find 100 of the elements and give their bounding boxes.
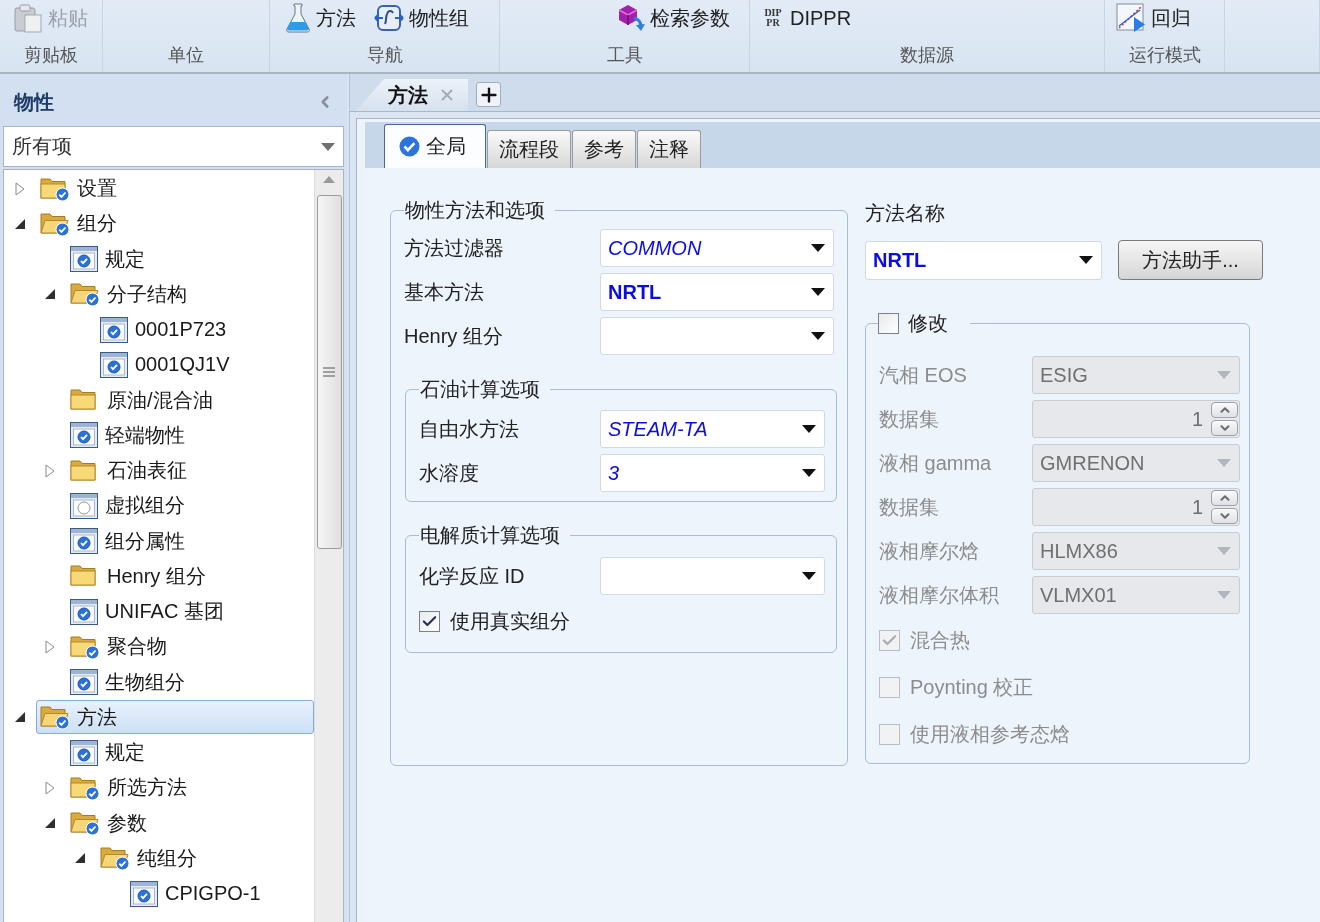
dropdown[interactable]: NRTL: [600, 273, 834, 311]
expand-arrow-icon[interactable]: [45, 463, 55, 478]
ribbon-button[interactable]: 物性组: [371, 1, 472, 35]
cube-arrow-icon: [617, 3, 645, 33]
ribbon-button[interactable]: 方法: [282, 1, 359, 35]
tree-item[interactable]: 参数: [66, 806, 314, 841]
flask-icon: [285, 3, 311, 33]
checkbox-label: 修改: [908, 311, 948, 336]
group-label: 运行模式: [1128, 44, 1201, 67]
caret-icon: [811, 244, 825, 252]
scrollbar[interactable]: [314, 170, 343, 922]
tree-item[interactable]: 组分: [36, 206, 314, 241]
form-tab[interactable]: 注释: [637, 130, 701, 168]
document-tab[interactable]: 方法: [356, 79, 468, 111]
method-assistant-button[interactable]: 方法助手...: [1118, 240, 1263, 280]
caret-icon: [802, 572, 816, 580]
filter-dropdown[interactable]: 所有项: [3, 126, 344, 167]
checkbox[interactable]: [419, 610, 440, 632]
field-label: Henry 组分: [404, 323, 503, 349]
tree-item[interactable]: 规定: [66, 735, 314, 770]
field-label: 水溶度: [419, 460, 479, 486]
collapse-arrow-icon[interactable]: [14, 711, 26, 724]
collapse-arrow-icon[interactable]: [14, 217, 26, 230]
tree-item[interactable]: 组分属性: [66, 524, 314, 559]
tree-item[interactable]: 生物组分: [66, 665, 314, 700]
field-label: 化学反应 ID: [419, 563, 525, 589]
caret-icon: [1217, 591, 1231, 599]
check-circle-icon: [399, 136, 420, 157]
tree-item[interactable]: 石油表征: [66, 453, 314, 488]
dropdown[interactable]: STEAM-TA: [600, 410, 825, 448]
caret-icon: [1217, 547, 1231, 555]
arrows-square-icon: [374, 3, 404, 33]
field-label: 数据集: [879, 494, 939, 520]
caret-icon: [321, 142, 335, 151]
field-label: 液相 gamma: [879, 450, 992, 476]
expand-arrow-icon[interactable]: [45, 639, 55, 654]
tree-item[interactable]: 轻端物性: [66, 418, 314, 453]
group-label: 单位: [168, 44, 204, 67]
tree-item[interactable]: Henry 组分: [66, 559, 314, 594]
grip-icon: [323, 367, 335, 377]
expand-arrow-icon[interactable]: [45, 780, 55, 795]
group-label: 导航: [366, 44, 403, 67]
dropdown[interactable]: 3: [600, 454, 825, 492]
form-tab[interactable]: 全局: [384, 124, 486, 168]
checkbox-label: Poynting 校正: [910, 675, 1034, 700]
group-title: 物性方法和选项: [404, 198, 546, 223]
tree-item[interactable]: 纯组分: [96, 841, 314, 876]
checkbox-label: 使用液相参考态焓: [910, 722, 1070, 747]
add-tab-button[interactable]: [476, 82, 501, 107]
caret-icon: [1217, 459, 1231, 467]
collapse-arrow-icon[interactable]: [44, 817, 56, 830]
tree-item[interactable]: 原油/混合油: [66, 383, 314, 418]
panel-title: 物性: [14, 89, 54, 115]
caret-icon: [811, 288, 825, 296]
caret-icon: [802, 469, 816, 477]
caret-icon: [811, 332, 825, 340]
tree-item[interactable]: 虚拟组分: [66, 488, 314, 523]
field-label: 方法名称: [865, 201, 945, 225]
clipboard-icon: [13, 3, 43, 33]
tree-item[interactable]: 设置: [36, 171, 314, 206]
tree-item[interactable]: UNIFAC 基团: [66, 594, 314, 629]
field-label: 基本方法: [404, 279, 484, 305]
scroll-thumb[interactable]: [316, 195, 342, 549]
tree-item[interactable]: 规定: [66, 242, 314, 277]
scroll-up-icon: [323, 176, 335, 183]
tree-item[interactable]: 0001QJ1V: [96, 347, 314, 382]
field-label: 自由水方法: [419, 416, 519, 442]
caret-icon: [1079, 256, 1093, 264]
field-label: 汽相 EOS: [879, 362, 967, 388]
tree-item[interactable]: 所选方法: [66, 770, 314, 805]
group-title: 石油计算选项: [419, 377, 541, 402]
dropdown[interactable]: NRTL: [865, 240, 1102, 280]
logo-text: DIP PR: [763, 8, 783, 28]
field-label: 数据集: [879, 406, 939, 432]
group-label: 剪贴板: [24, 44, 78, 67]
caret-icon: [802, 425, 816, 433]
field-label: 液相摩尔焓: [879, 538, 979, 564]
form-tab[interactable]: 参考: [572, 130, 636, 168]
group-title: 电解质计算选项: [419, 523, 561, 548]
field-label: 方法过滤器: [404, 235, 504, 261]
group-label: 数据源: [900, 44, 954, 67]
dropdown[interactable]: COMMON: [600, 229, 834, 267]
checkbox[interactable]: [878, 313, 899, 334]
checkbox-label: 混合热: [910, 628, 970, 653]
tree-item[interactable]: CPIGPO-1: [126, 876, 314, 911]
caret-icon: [1217, 371, 1231, 379]
field-label: 液相摩尔体积: [879, 582, 999, 608]
tree-item[interactable]: 聚合物: [66, 629, 314, 664]
form-tab[interactable]: 流程段: [487, 130, 571, 168]
collapse-arrow-icon[interactable]: [74, 852, 86, 865]
chart-icon: [1116, 3, 1146, 33]
ribbon-button[interactable]: 回归: [1113, 1, 1194, 35]
tree-item[interactable]: 方法: [36, 700, 314, 735]
expand-arrow-icon[interactable]: [15, 181, 25, 196]
tree-item[interactable]: 0001P723: [96, 312, 314, 347]
ribbon-button[interactable]: 检索参数: [614, 1, 733, 35]
checkbox-label: 使用真实组分: [450, 608, 570, 634]
tree-item[interactable]: 分子结构: [66, 277, 314, 312]
collapse-arrow-icon[interactable]: [44, 288, 56, 301]
group-label: 工具: [606, 44, 643, 67]
